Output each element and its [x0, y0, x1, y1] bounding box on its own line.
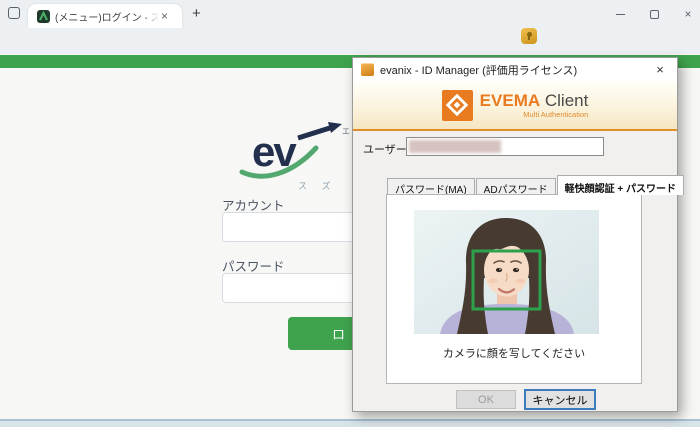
window-minimize-button[interactable] — [610, 6, 630, 22]
dialog-titlebar[interactable]: evanix - ID Manager (評価用ライセンス) × — [353, 58, 677, 81]
eye-glint — [499, 269, 500, 270]
tab-actions-button[interactable] — [8, 7, 23, 22]
tab-actions-icon — [8, 7, 20, 19]
redacted-username — [409, 140, 501, 153]
evanix-logo: ev エ — [236, 122, 366, 186]
tab-ad-password[interactable]: ADパスワード — [476, 178, 556, 195]
brand-tagline: Multi Authentication — [480, 111, 589, 119]
close-icon: × — [684, 7, 691, 21]
taskbar-edge — [0, 419, 700, 427]
evema-brand-text: EVEMA Client Multi Authentication — [480, 92, 589, 119]
face-auth-panel: カメラに顔を写してください — [386, 194, 642, 384]
tab-close-icon[interactable]: × — [161, 10, 168, 22]
extension-icon[interactable] — [521, 28, 537, 44]
portrait-blush — [516, 279, 525, 284]
id-manager-dialog: evanix - ID Manager (評価用ライセンス) × EVEMA C… — [352, 57, 678, 412]
new-tab-button[interactable]: + — [192, 5, 201, 22]
camera-preview — [414, 210, 599, 334]
site-favicon — [37, 10, 50, 23]
window-close-button[interactable]: × — [678, 6, 698, 22]
logo-subtext: ス ズ — [298, 179, 337, 192]
tab-password-ma[interactable]: パスワード(MA) — [387, 178, 475, 195]
eye-glint — [516, 269, 517, 270]
dialog-title: evanix - ID Manager (評価用ライセンス) — [380, 62, 577, 78]
tab-title: (メニュー)ログイン - スズキ校務 evani — [55, 9, 159, 24]
camera-hint-text: カメラに顔を写してください — [387, 345, 641, 361]
browser-tab[interactable]: (メニュー)ログイン - スズキ校務 evani × — [28, 4, 182, 28]
username-input[interactable] — [406, 137, 604, 156]
cancel-button[interactable]: キャンセル — [524, 389, 596, 410]
browser-toolbar: A) ☆ ⋯ — [0, 28, 700, 54]
evanix-logo-ruby: エ — [342, 126, 350, 137]
tab-face-auth-password[interactable]: 軽快顔認証 + パスワード — [557, 175, 684, 195]
evema-diamond-icon — [444, 92, 470, 118]
auth-method-tabs: パスワード(MA) ADパスワード 軽快顔認証 + パスワード — [387, 175, 685, 195]
maximize-icon — [650, 10, 659, 19]
portrait-blush — [489, 279, 498, 284]
browser-titlebar: (メニュー)ログイン - スズキ校務 evani × + × — [0, 0, 700, 28]
portrait-eye-left — [496, 268, 502, 272]
evema-logo-icon — [442, 90, 473, 121]
dialog-close-button[interactable]: × — [643, 58, 677, 81]
brand-name: EVEMA — [480, 91, 540, 110]
dialog-brand-header: EVEMA Client Multi Authentication — [353, 81, 677, 131]
ok-button[interactable]: OK — [456, 390, 516, 409]
portrait-eye-right — [513, 268, 519, 272]
screen: (メニュー)ログイン - スズキ校務 evani × + × — [0, 0, 700, 427]
app-icon — [361, 63, 374, 76]
evanix-logo-text: ev — [252, 128, 295, 176]
evema-brand: EVEMA Client Multi Authentication — [442, 90, 589, 121]
extension-icon-detail — [528, 36, 530, 40]
brand-suffix: Client — [540, 91, 588, 110]
window-maximize-button[interactable] — [644, 6, 664, 22]
minimize-icon — [616, 14, 625, 15]
